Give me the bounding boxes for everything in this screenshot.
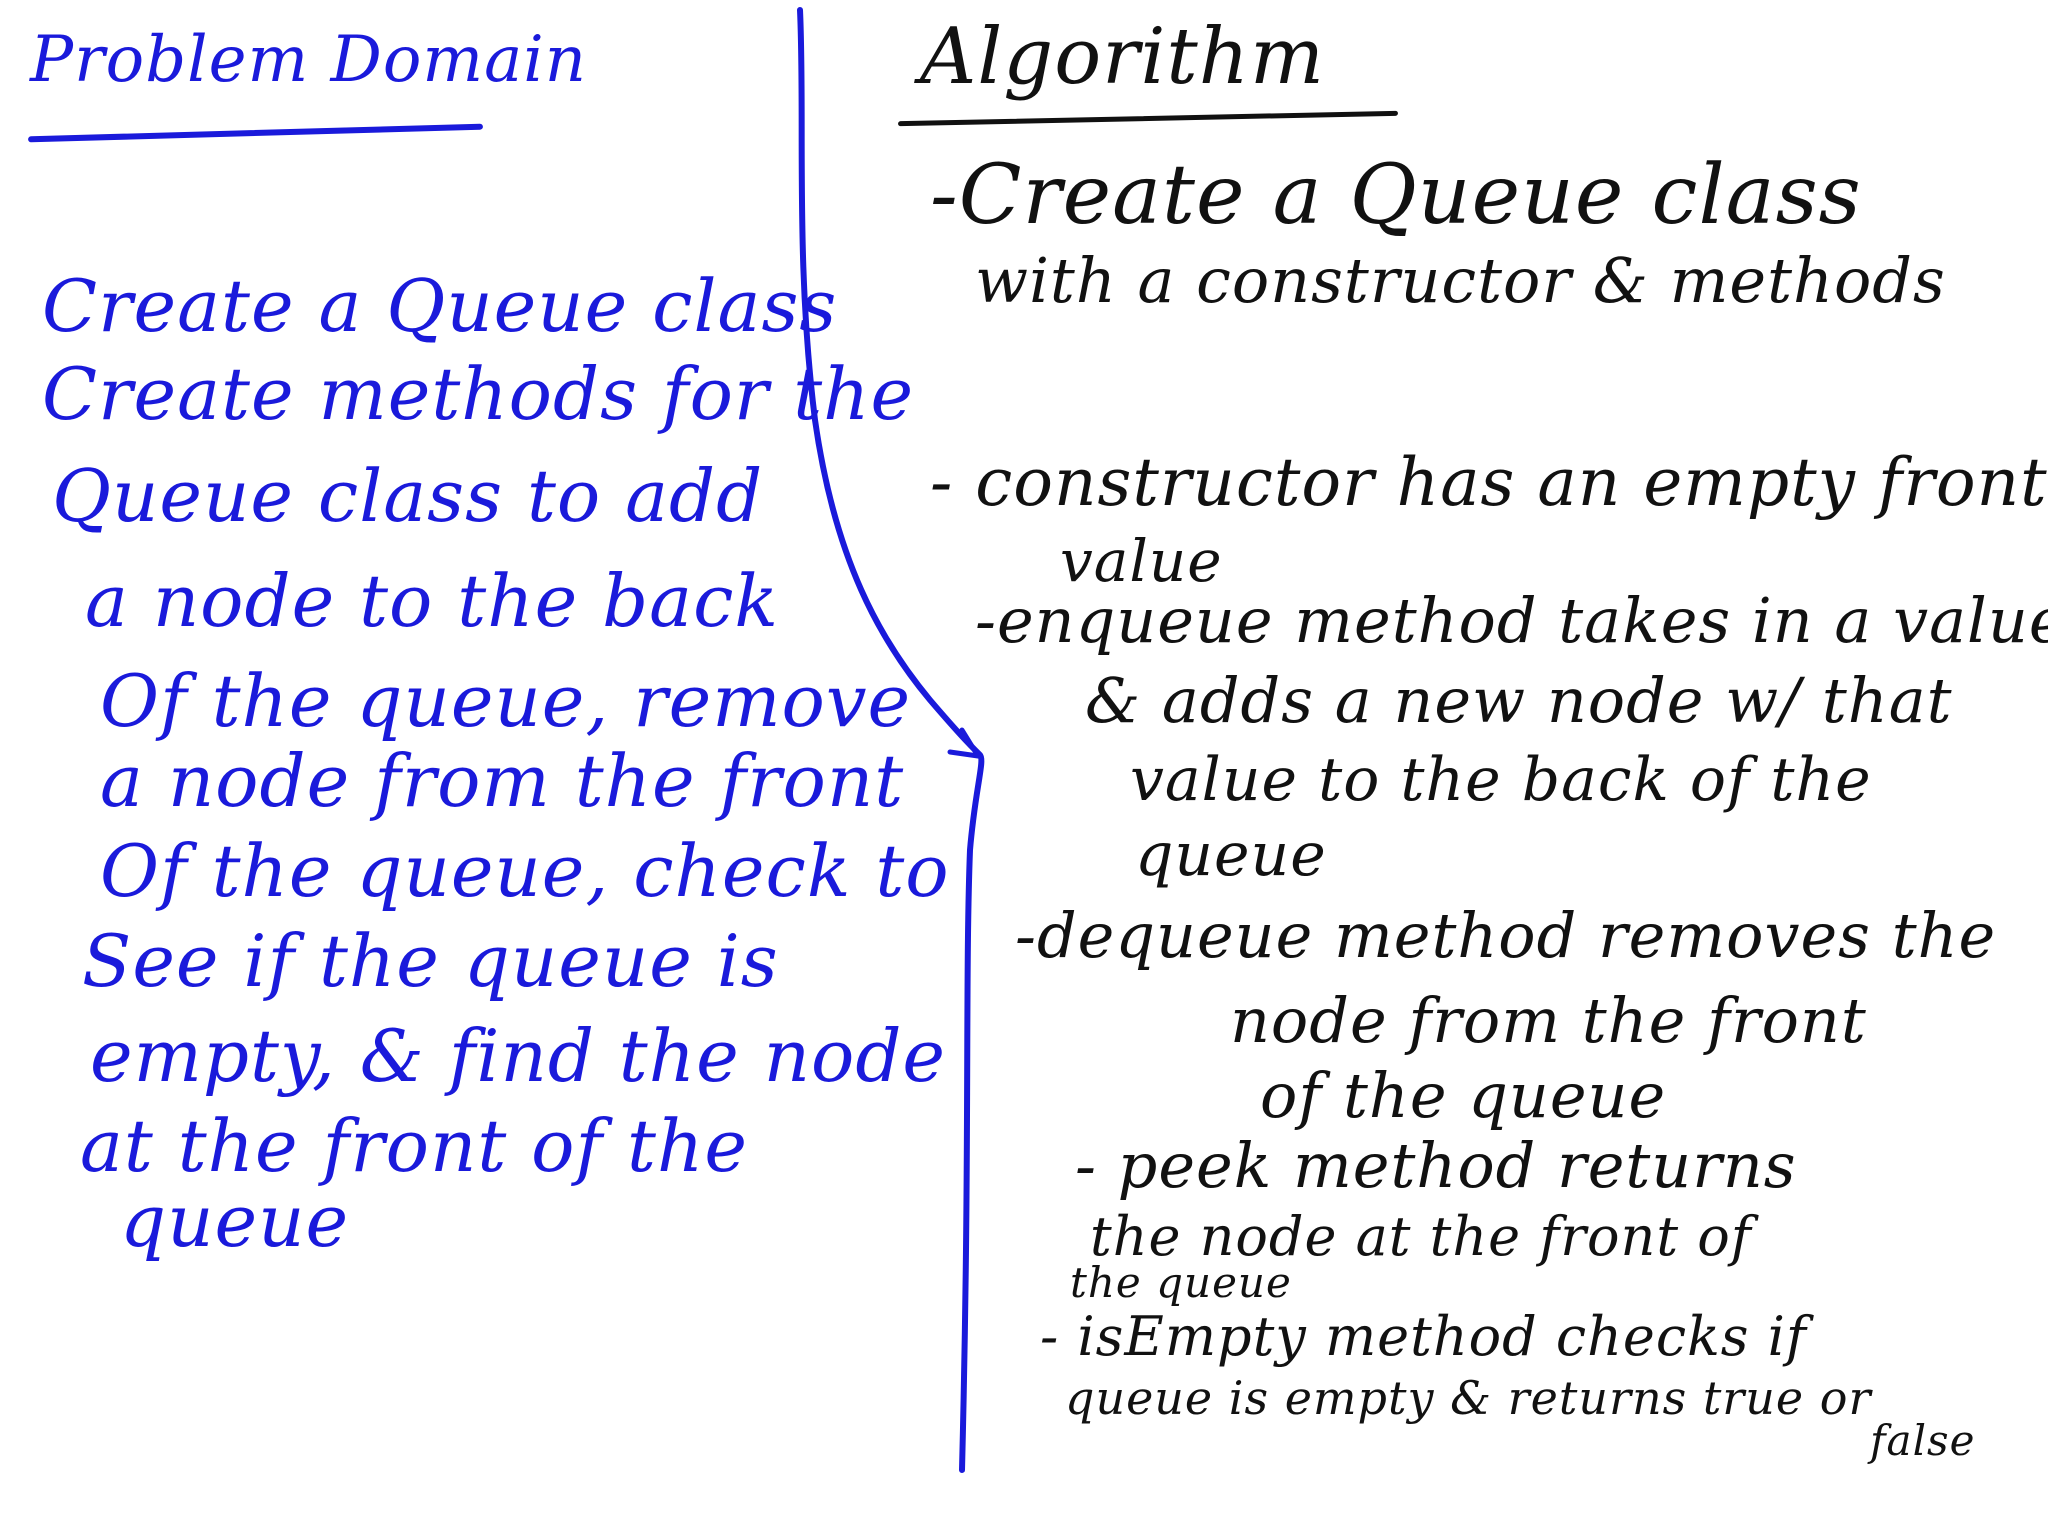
left-line-9: empty, & find the node: [90, 1014, 947, 1098]
left-line-5: Of the queue, remove: [100, 659, 912, 743]
right-line-9: -dequeue method removes the: [1015, 899, 1997, 972]
right-line-3: - constructor has an empty front: [930, 444, 2048, 521]
right-line-16: queue is empty & returns true or: [1065, 1371, 1872, 1425]
right-line-14: the queue: [1070, 1258, 1292, 1307]
right-line-7: value to the back of the: [1130, 745, 1872, 815]
right-line-10: node from the front: [1230, 984, 1867, 1057]
right-line-6: & adds a new node w/ that: [1085, 664, 1953, 737]
left-line-1: Create a Queue class: [42, 264, 838, 348]
left-line-11: queue: [120, 1179, 350, 1263]
left-line-4: a node to the back: [85, 559, 780, 643]
right-line-2: with a constructor & methods: [975, 244, 1946, 317]
right-line-5: -enqueue method takes in a value: [975, 584, 2048, 657]
right-line-13: the node at the front of: [1090, 1205, 1752, 1268]
right-line-4: value: [1060, 527, 1223, 595]
left-line-2: Create methods for the: [42, 352, 915, 436]
left-line-10: at the front of the: [80, 1104, 748, 1188]
right-line-11: of the queue: [1260, 1059, 1667, 1132]
right-line-15: - isEmpty method checks if: [1040, 1305, 1807, 1368]
problem-domain-title: Problem Domain: [30, 23, 587, 97]
left-line-3: Queue class to add: [52, 454, 764, 538]
right-line-8: queue: [1135, 820, 1327, 890]
right-line-1: -Create a Queue class: [930, 148, 1862, 243]
right-line-12: - peek method returns: [1075, 1129, 1797, 1202]
algorithm-title: Algorithm: [920, 12, 1325, 102]
whiteboard-page: Problem Domain Create a Queue class Crea…: [0, 0, 2048, 1536]
left-line-8: See if the queue is: [82, 919, 779, 1003]
left-line-6: a node from the front: [100, 739, 905, 823]
left-line-7: Of the queue, check to: [100, 829, 950, 913]
right-line-17: false: [1870, 1416, 1976, 1465]
